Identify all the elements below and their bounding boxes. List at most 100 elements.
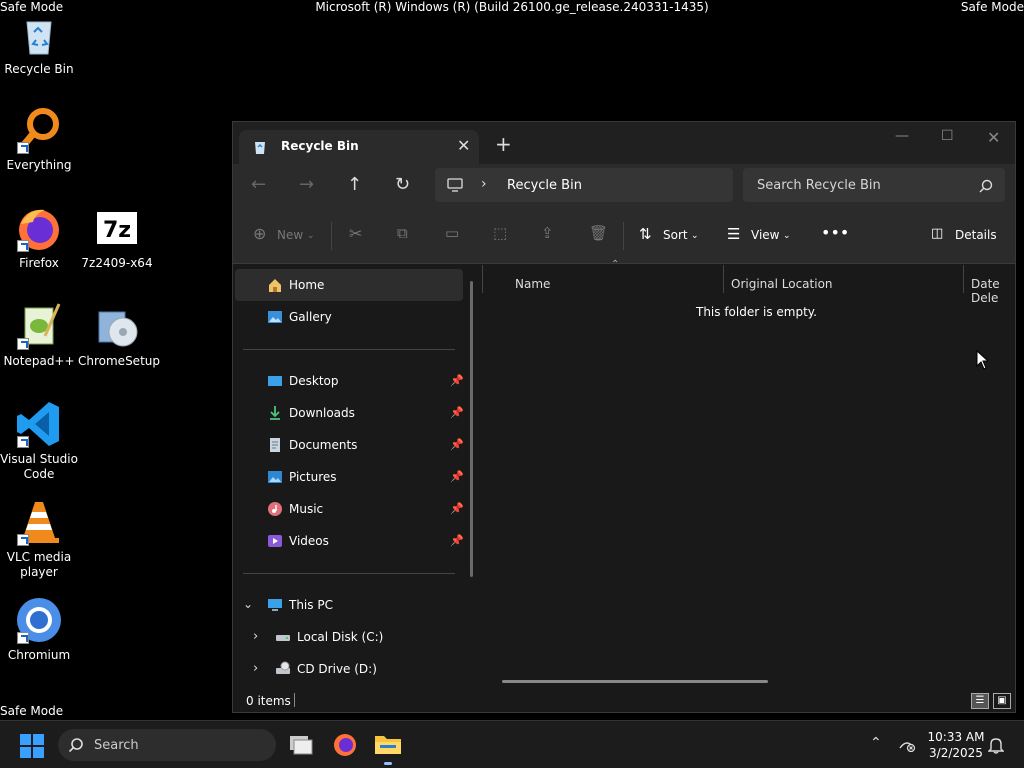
cd-drive-icon	[275, 661, 291, 677]
pin-icon[interactable]: 📌	[450, 502, 464, 515]
chevron-down-icon[interactable]: ⌄	[243, 597, 253, 611]
nav-item-music[interactable]: Music 📌	[235, 493, 464, 525]
chevron-right-icon[interactable]: ›	[253, 629, 258, 644]
desktop-icon-everything[interactable]: Everything	[0, 106, 78, 173]
shortcut-arrow-icon	[17, 632, 29, 644]
breadcrumb-recycle-bin[interactable]: Recycle Bin	[507, 178, 582, 193]
show-hidden-icons-icon[interactable]: ⌃	[870, 735, 882, 751]
desktop-icon-label: Chromium	[7, 648, 71, 662]
network-status-icon[interactable]	[898, 736, 916, 756]
nav-item-desktop[interactable]: Desktop 📌	[235, 365, 464, 397]
horizontal-scrollbar[interactable]	[502, 680, 768, 683]
desktop-icon-recycle-bin[interactable]: Recycle Bin	[0, 10, 78, 77]
notification-bell-icon[interactable]	[987, 736, 1005, 758]
minimize-icon[interactable]: —	[895, 128, 909, 144]
column-divider[interactable]	[723, 265, 724, 293]
desktop-icon-chromesetup[interactable]: ChromeSetup	[78, 302, 160, 369]
chevron-down-icon: ⌄	[691, 231, 699, 241]
nav-item-gallery[interactable]: Gallery	[235, 301, 463, 333]
desktop-icon-7zip[interactable]: 7z 7z2409-x64	[78, 204, 156, 271]
drive-icon	[275, 629, 291, 645]
search-input[interactable]: Search Recycle Bin	[757, 178, 881, 193]
nav-item-downloads[interactable]: Downloads 📌	[235, 397, 464, 429]
nav-item-this-pc[interactable]: ⌄ This PC	[235, 589, 463, 621]
windows-start-icon[interactable]	[20, 734, 44, 762]
divider	[331, 222, 332, 250]
chevron-right-icon[interactable]: ›	[253, 661, 258, 676]
nav-item-home[interactable]: Home	[235, 269, 463, 301]
divider	[243, 349, 455, 350]
column-divider[interactable]	[963, 265, 964, 293]
copy-icon[interactable]: ⧉	[397, 224, 408, 242]
nav-item-label: Gallery	[289, 310, 332, 324]
back-arrow-icon[interactable]: ←	[251, 174, 266, 195]
maximize-icon[interactable]: ☐	[941, 128, 954, 144]
empty-folder-message: This folder is empty.	[696, 305, 817, 319]
new-button[interactable]: New	[277, 228, 303, 242]
shortcut-arrow-icon	[17, 534, 29, 546]
divider	[294, 693, 295, 707]
gallery-icon	[267, 309, 283, 325]
pin-icon[interactable]: 📌	[450, 470, 464, 483]
up-arrow-icon[interactable]: ↑	[347, 174, 362, 195]
active-app-indicator	[384, 762, 392, 765]
view-button[interactable]: View	[751, 228, 779, 242]
refresh-icon[interactable]: ↻	[395, 174, 410, 195]
tab-label: Recycle Bin	[281, 139, 359, 153]
delete-icon[interactable]: 🗑	[589, 224, 608, 242]
nav-item-local-disk[interactable]: › Local Disk (C:)	[235, 621, 463, 653]
shortcut-arrow-icon	[17, 436, 29, 448]
clock-time: 10:33 AM	[927, 730, 985, 744]
close-window-icon[interactable]: ✕	[987, 128, 1000, 147]
nav-item-videos[interactable]: Videos 📌	[235, 525, 464, 557]
details-view-icon[interactable]: ☰	[971, 693, 989, 709]
clock[interactable]: 10:33 AM 3/2/2025	[924, 729, 988, 761]
share-icon[interactable]: ⇪	[541, 224, 554, 242]
firefox-taskbar-icon[interactable]	[332, 731, 358, 761]
column-header-name[interactable]: Name	[515, 277, 550, 291]
rename-icon[interactable]: ⬚	[493, 224, 507, 242]
desktop-icon-label: VLC media player	[6, 550, 72, 579]
pin-icon[interactable]: 📌	[450, 438, 464, 451]
notepadpp-icon	[15, 302, 63, 350]
tab-close-icon[interactable]: ✕	[457, 136, 470, 155]
details-button[interactable]: Details	[955, 228, 997, 242]
task-view-icon[interactable]	[288, 732, 314, 760]
breadcrumb-chevron-icon[interactable]: ›	[481, 176, 487, 192]
details-pane-icon: ◫	[931, 226, 944, 241]
forward-arrow-icon[interactable]: →	[299, 174, 314, 195]
7zip-icon: 7z	[93, 204, 141, 252]
search-box[interactable]: Search Recycle Bin	[743, 168, 1005, 202]
tab-recycle-bin[interactable]: Recycle Bin ✕	[239, 130, 479, 164]
more-options-icon[interactable]: •••	[821, 223, 849, 242]
taskbar: Search ⌃ 10:33 AM 3/2/2025	[0, 720, 1024, 768]
divider	[482, 265, 483, 293]
new-tab-icon[interactable]: +	[495, 132, 512, 156]
taskbar-search[interactable]: Search	[58, 729, 276, 761]
shortcut-arrow-icon	[17, 338, 29, 350]
vlc-cone-icon	[15, 498, 63, 546]
desktop-icon-notepadpp[interactable]: Notepad++	[0, 302, 78, 369]
desktop-icon-firefox[interactable]: Firefox	[0, 204, 78, 271]
file-explorer-taskbar-icon[interactable]	[374, 731, 402, 761]
pin-icon[interactable]: 📌	[450, 406, 464, 419]
cut-icon[interactable]: ✂	[349, 224, 362, 243]
firefox-icon	[15, 204, 63, 252]
sort-button[interactable]: Sort	[663, 228, 688, 242]
pin-icon[interactable]: 📌	[450, 534, 464, 547]
search-icon	[68, 737, 84, 757]
paste-icon[interactable]: ▭	[445, 224, 459, 242]
column-header-date-deleted[interactable]: Date Dele	[971, 277, 1015, 305]
column-header-original-location[interactable]: Original Location	[731, 277, 833, 291]
pin-icon[interactable]: 📌	[450, 374, 464, 387]
nav-item-pictures[interactable]: Pictures 📌	[235, 461, 464, 493]
document-icon	[267, 437, 283, 453]
address-bar[interactable]: › Recycle Bin	[435, 168, 733, 202]
desktop-icon-vscode[interactable]: Visual Studio Code	[0, 400, 78, 482]
nav-scrollbar[interactable]	[470, 281, 473, 577]
nav-item-documents[interactable]: Documents 📌	[235, 429, 464, 461]
desktop-icon-vlc[interactable]: VLC media player	[0, 498, 78, 580]
tiles-view-icon[interactable]: ▣	[993, 693, 1011, 709]
desktop-icon-chromium[interactable]: Chromium	[0, 596, 78, 663]
nav-item-cd-drive[interactable]: › CD Drive (D:)	[235, 653, 463, 685]
